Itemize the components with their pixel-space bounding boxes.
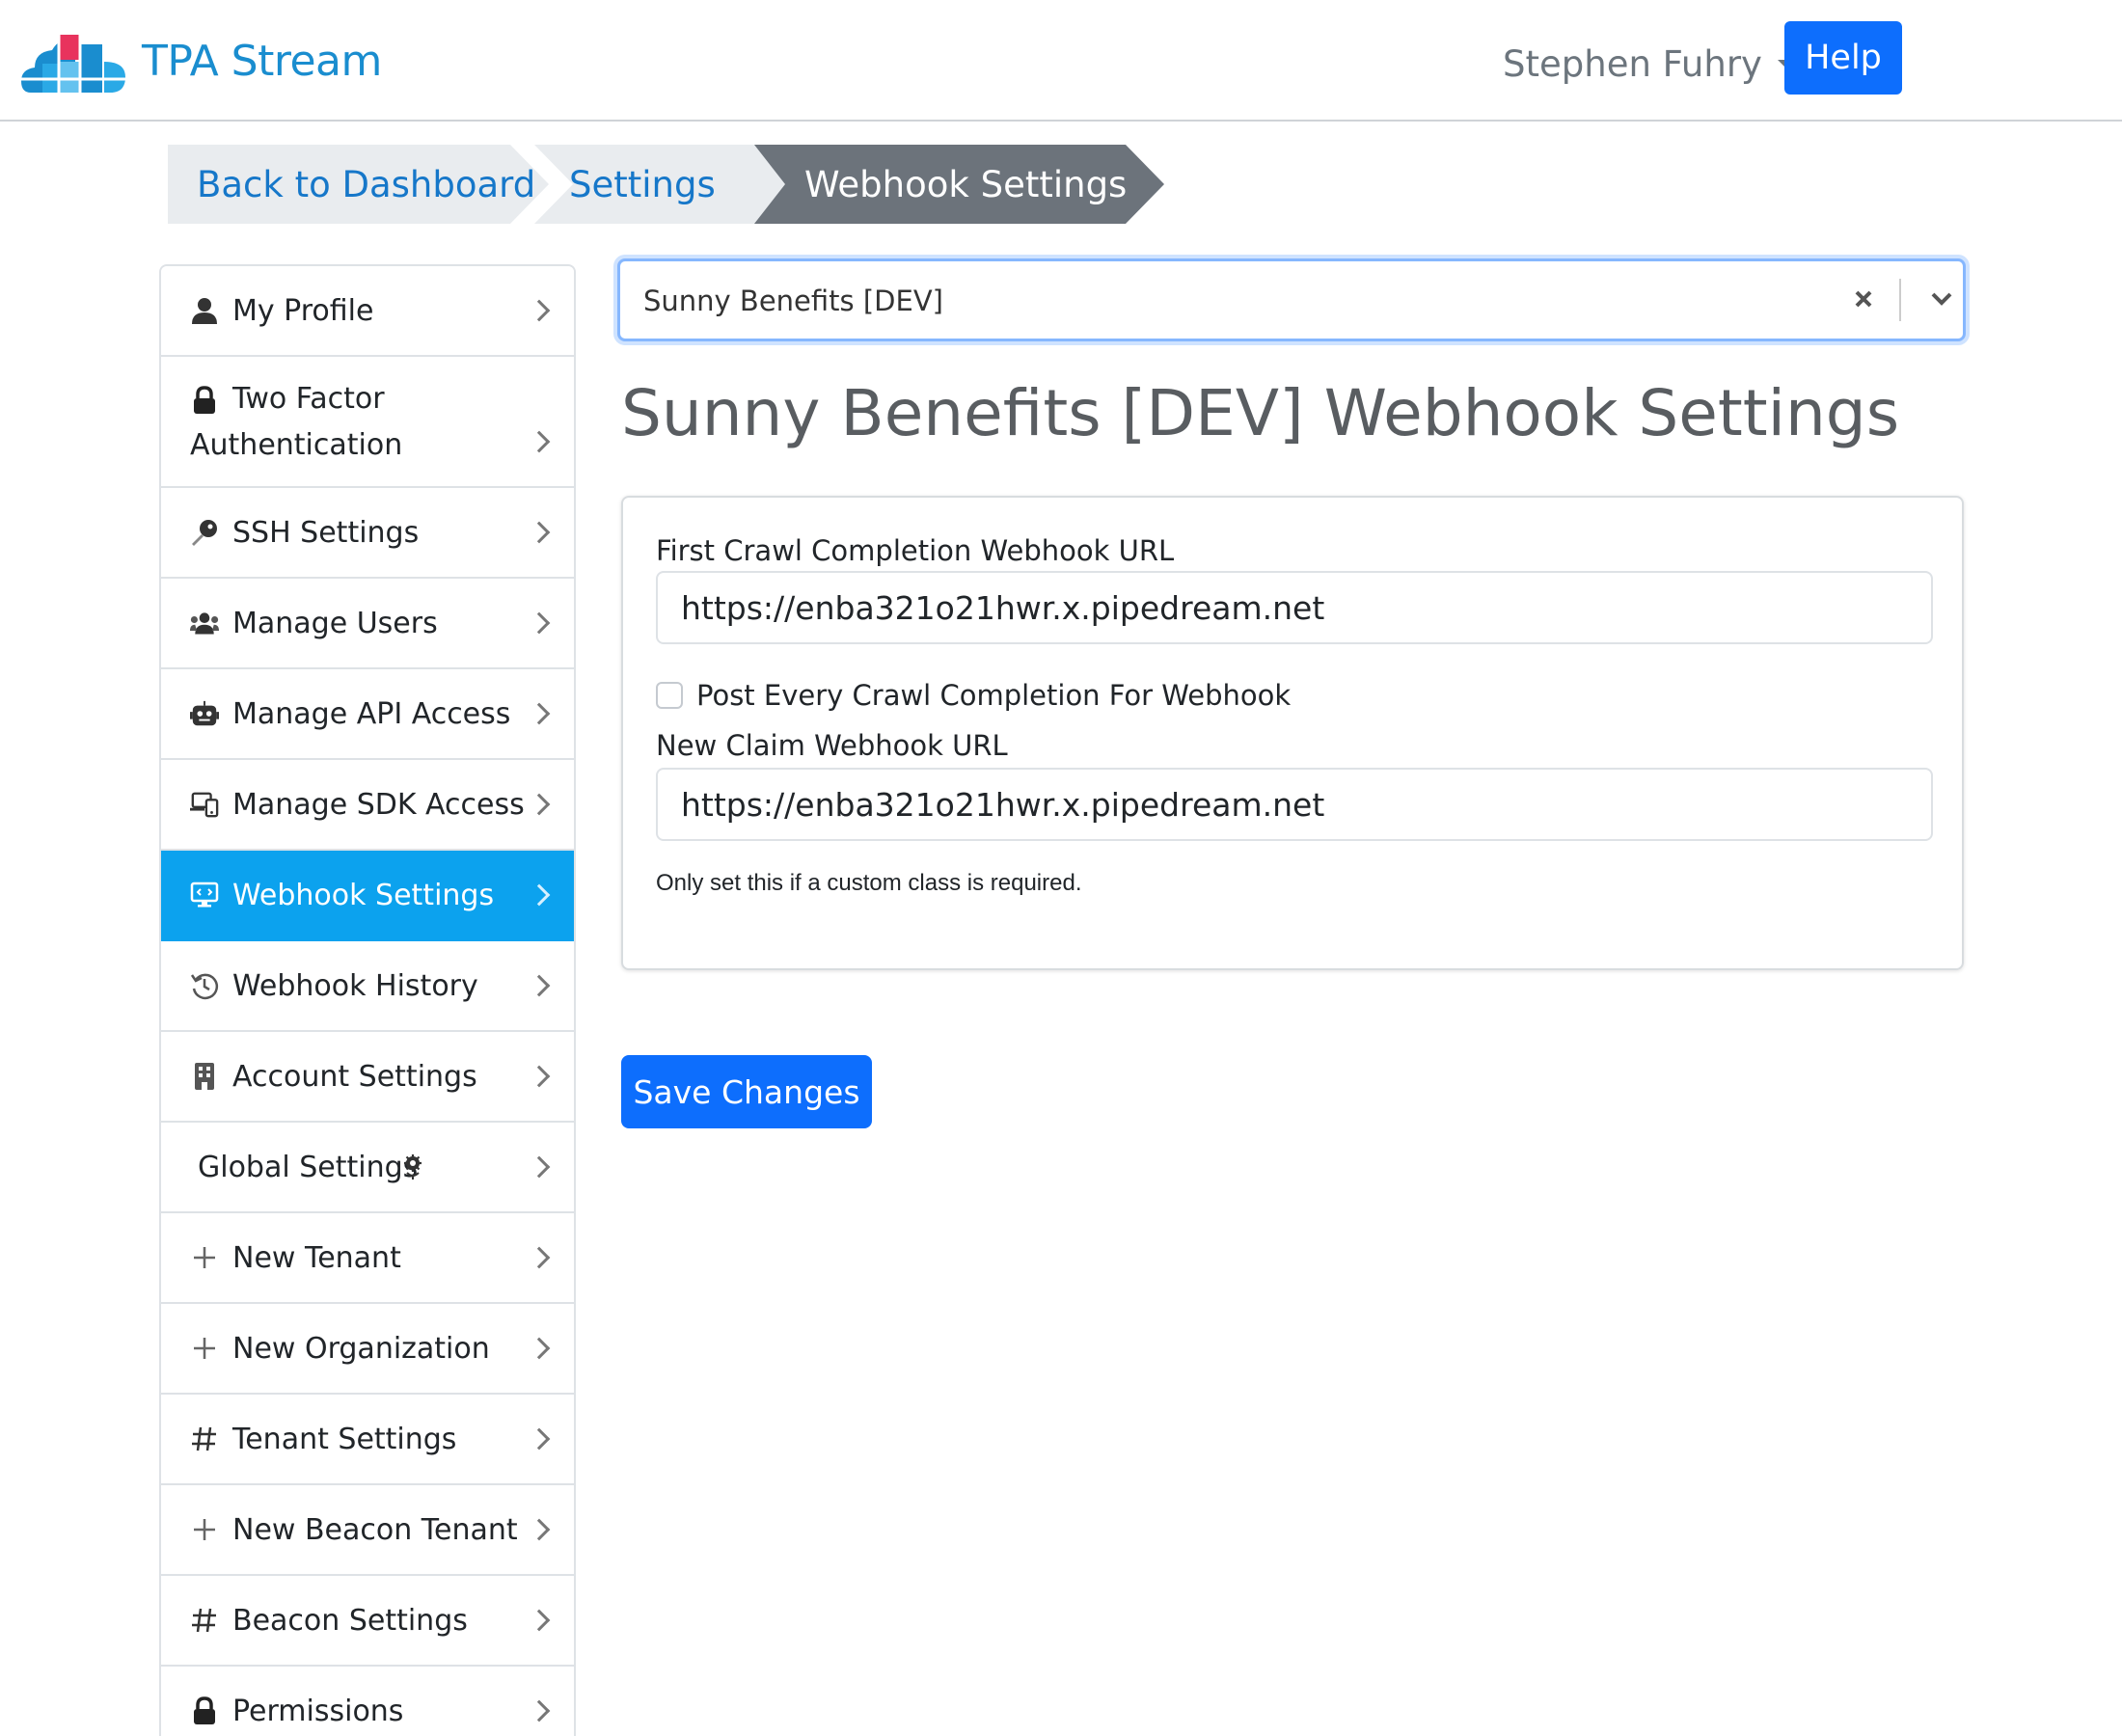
key-icon	[190, 518, 219, 547]
robot-icon	[190, 699, 219, 728]
sidebar-item-label: Webhook Settings	[232, 878, 495, 912]
tenant-select-value: Sunny Benefits [DEV]	[643, 285, 943, 317]
sidebar-item-label: New Tenant	[232, 1240, 401, 1275]
select-separator	[1899, 279, 1901, 321]
sidebar-item-new-organization[interactable]: New Organization	[161, 1304, 574, 1395]
hashtag-icon	[190, 1606, 219, 1635]
sidebar-item-beacon-settings[interactable]: Beacon Settings	[161, 1576, 574, 1667]
user-menu-dropdown[interactable]: Stephen Fuhry	[1503, 39, 1795, 89]
chevron-down-icon[interactable]	[1922, 279, 1961, 317]
webhook-monitor-icon	[190, 881, 219, 909]
user-name: Stephen Fuhry	[1503, 42, 1762, 85]
page-title: Sunny Benefits [DEV] Webhook Settings	[621, 376, 1900, 450]
sidebar-item-label: Global Settings	[198, 1150, 419, 1184]
save-changes-button[interactable]: Save Changes	[621, 1055, 872, 1128]
building-icon	[190, 1062, 219, 1091]
sidebar-item-label: Permissions	[232, 1694, 404, 1728]
chevron-right-icon	[528, 974, 551, 997]
history-icon	[190, 971, 219, 1000]
chevron-right-icon	[528, 793, 551, 816]
help-text: Only set this if a custom class is requi…	[656, 870, 1082, 896]
sidebar-item-global-settings[interactable]: Global Settings	[161, 1123, 574, 1213]
sidebar-item-webhook-settings[interactable]: Webhook Settings	[161, 851, 574, 941]
sidebar-item-label-line2: Authentication	[190, 428, 403, 462]
sidebar-item-label: Account Settings	[232, 1059, 477, 1094]
top-header: TPA Stream Stephen Fuhry Help	[0, 0, 2122, 122]
user-icon	[190, 296, 219, 325]
sidebar-item-ssh-settings[interactable]: SSH Settings	[161, 488, 574, 579]
sidebar-item-label: Manage SDK Access	[232, 787, 525, 822]
post-every-crawl-checkbox[interactable]	[656, 682, 683, 709]
sidebar-item-two-factor-authentication[interactable]: Two Factor Authentication	[161, 357, 574, 488]
chevron-right-icon	[528, 1699, 551, 1722]
sidebar-item-label: Manage API Access	[232, 696, 511, 731]
plus-icon	[190, 1243, 219, 1272]
webhook-settings-form: First Crawl Completion Webhook URL https…	[621, 496, 1964, 970]
chevron-right-icon	[528, 1155, 551, 1179]
sidebar-item-manage-users[interactable]: Manage Users	[161, 579, 574, 669]
sidebar-item-manage-api-access[interactable]: Manage API Access	[161, 669, 574, 760]
sidebar-item-label: My Profile	[232, 293, 374, 328]
chevron-right-icon	[528, 521, 551, 544]
chevron-right-icon	[528, 1246, 551, 1269]
sidebar-item-label: Two Factor	[232, 382, 385, 416]
chevron-right-icon	[528, 702, 551, 725]
plus-icon	[190, 1334, 219, 1363]
sidebar-item-label: New Beacon Tenant	[232, 1512, 518, 1547]
breadcrumb-label: Webhook Settings	[804, 163, 1128, 205]
sidebar-item-my-profile[interactable]: My Profile	[161, 266, 574, 357]
sidebar-item-webhook-history[interactable]: Webhook History	[161, 941, 574, 1032]
sidebar-item-label: Beacon Settings	[232, 1603, 468, 1638]
clear-selection-icon[interactable]	[1847, 283, 1880, 315]
chevron-right-icon	[528, 299, 551, 322]
breadcrumb-label: Back to Dashboard	[197, 163, 536, 205]
sidebar-item-label: New Organization	[232, 1331, 490, 1366]
sidebar-item-tenant-settings[interactable]: Tenant Settings	[161, 1395, 574, 1485]
breadcrumb-back-to-dashboard[interactable]: Back to Dashboard	[168, 145, 549, 224]
users-icon	[190, 609, 219, 637]
chevron-right-icon	[528, 1427, 551, 1451]
chevron-right-icon	[528, 1609, 551, 1632]
sidebar-item-account-settings[interactable]: Account Settings	[161, 1032, 574, 1123]
app-name: TPA Stream	[142, 36, 382, 86]
lock-icon	[190, 1696, 219, 1725]
sidebar-item-new-beacon-tenant[interactable]: New Beacon Tenant	[161, 1485, 574, 1576]
first-crawl-webhook-url-input[interactable]: https://enba321o21hwr.x.pipedream.net	[656, 571, 1933, 644]
lock-icon	[190, 386, 219, 415]
first-crawl-webhook-label: First Crawl Completion Webhook URL	[656, 534, 1175, 567]
breadcrumb-webhook-settings: Webhook Settings	[754, 145, 1169, 224]
sidebar-item-label: SSH Settings	[232, 515, 420, 550]
chevron-right-icon	[528, 883, 551, 907]
sidebar-item-label: Manage Users	[232, 606, 438, 640]
chevron-right-icon	[528, 1065, 551, 1088]
app-logo[interactable]: TPA Stream	[21, 25, 382, 96]
chevron-right-icon	[528, 611, 551, 635]
devices-icon	[190, 790, 219, 819]
post-every-crawl-label: Post Every Crawl Completion For Webhook	[696, 679, 1292, 712]
sidebar-item-permissions[interactable]: Permissions	[161, 1667, 574, 1736]
globe-gear-icon	[398, 1153, 427, 1181]
new-claim-webhook-label: New Claim Webhook URL	[656, 729, 1008, 762]
sidebar-item-label: Tenant Settings	[232, 1422, 457, 1456]
sidebar-item-label: Webhook History	[232, 968, 478, 1003]
sidebar-item-manage-sdk-access[interactable]: Manage SDK Access	[161, 760, 574, 851]
tenant-select[interactable]: Sunny Benefits [DEV]	[617, 258, 1966, 341]
help-button[interactable]: Help	[1784, 21, 1902, 95]
chevron-right-icon	[528, 1337, 551, 1360]
breadcrumb-label: Settings	[569, 163, 716, 205]
new-claim-webhook-url-input[interactable]: https://enba321o21hwr.x.pipedream.net	[656, 768, 1933, 841]
chevron-right-icon	[528, 1518, 551, 1541]
sidebar-item-new-tenant[interactable]: New Tenant	[161, 1213, 574, 1304]
settings-sidebar: My Profile Two Factor Authentication SSH…	[159, 264, 576, 1736]
chevron-right-icon	[528, 430, 551, 453]
hashtag-icon	[190, 1424, 219, 1453]
post-every-crawl-checkbox-row[interactable]: Post Every Crawl Completion For Webhook	[656, 679, 1291, 712]
cloud-logo-icon	[21, 33, 125, 95]
plus-icon	[190, 1515, 219, 1544]
